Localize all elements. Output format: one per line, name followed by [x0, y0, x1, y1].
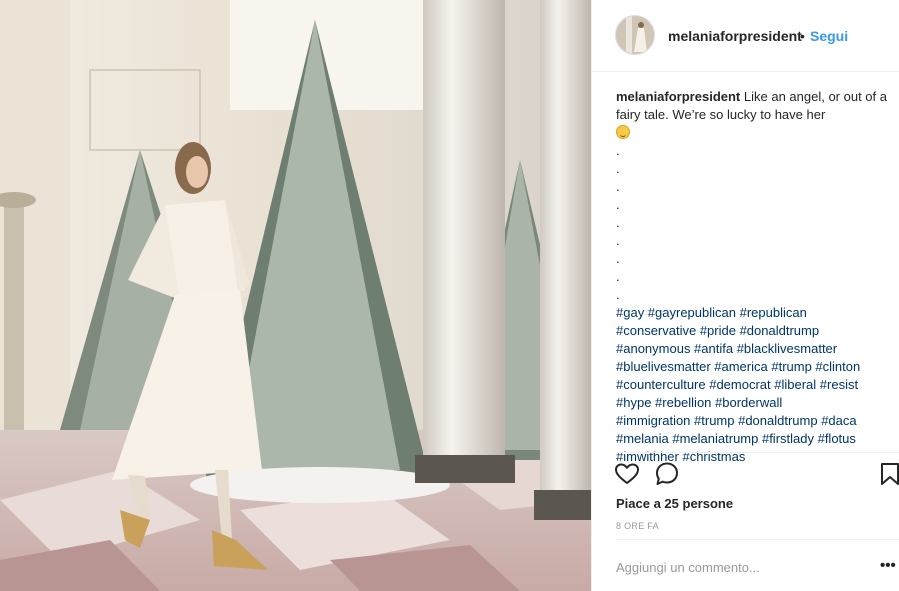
caption: melaniaforpresident Like an angel, or ou… — [616, 88, 888, 464]
caption-dot-line: . — [616, 269, 620, 284]
more-options-icon[interactable]: ••• — [880, 556, 899, 580]
hashtag-line[interactable]: #gay #gayrepublican #republican — [616, 305, 807, 320]
hashtag-line[interactable]: #anonymous #antifa #blacklivesmatter — [616, 341, 837, 356]
caption-dot-line: . — [616, 233, 620, 248]
caption-dot-line: . — [616, 161, 620, 176]
hashtag-line[interactable]: #conservative #pride #donaldtrump — [616, 323, 819, 338]
caption-dot-line: . — [616, 251, 620, 266]
post-side-panel: melaniaforpresident • Segui melaniaforpr… — [591, 0, 899, 591]
save-button[interactable] — [876, 460, 899, 488]
separator-dot: • — [800, 28, 805, 44]
bookmark-icon — [881, 463, 899, 485]
caption-username[interactable]: melaniaforpresident — [616, 89, 740, 104]
photo-illustration — [0, 0, 591, 591]
hashtag-line[interactable]: #counterculture #democrat #liberal #resi… — [616, 377, 858, 392]
divider — [616, 539, 899, 540]
divider — [616, 452, 899, 453]
post-header: melaniaforpresident • Segui — [592, 0, 899, 72]
like-button[interactable] — [613, 460, 641, 488]
hashtag-line[interactable]: #bluelivesmatter #america #trump #clinto… — [616, 359, 860, 374]
avatar[interactable] — [615, 15, 655, 55]
post-timestamp[interactable]: 8 ORE FA — [616, 521, 659, 531]
heart-icon — [615, 463, 639, 484]
username-link[interactable]: melaniaforpresident — [668, 28, 802, 44]
comment-button[interactable] — [653, 460, 681, 488]
hashtag-line[interactable]: #hype #rebellion #borderwall — [616, 395, 782, 410]
hashtag-line[interactable]: #melania #melaniatrump #firstlady #flotu… — [616, 431, 856, 446]
smiling-face-with-halo-emoji-icon — [616, 125, 630, 139]
caption-dot-line: . — [616, 287, 620, 302]
hashtag-line[interactable]: #immigration #trump #donaldtrump #daca — [616, 413, 857, 428]
comment-bubble-icon — [656, 462, 678, 485]
hashtag-list: #gay #gayrepublican #republican #conserv… — [616, 304, 888, 466]
caption-dot-lines: . . . . . . . . . — [616, 142, 888, 304]
caption-first-lines: melaniaforpresident Like an angel, or ou… — [616, 88, 888, 142]
comment-input[interactable]: Aggiungi un commento... — [616, 556, 856, 580]
caption-dot-line: . — [616, 197, 620, 212]
avatar-image — [616, 16, 654, 54]
post-photo[interactable] — [0, 0, 591, 591]
caption-dot-line: . — [616, 179, 620, 194]
likes-count[interactable]: Piace a 25 persone — [616, 496, 733, 511]
caption-dot-line: . — [616, 143, 620, 158]
caption-dot-line: . — [616, 215, 620, 230]
action-bar — [592, 456, 899, 494]
follow-button[interactable]: Segui — [810, 28, 848, 44]
